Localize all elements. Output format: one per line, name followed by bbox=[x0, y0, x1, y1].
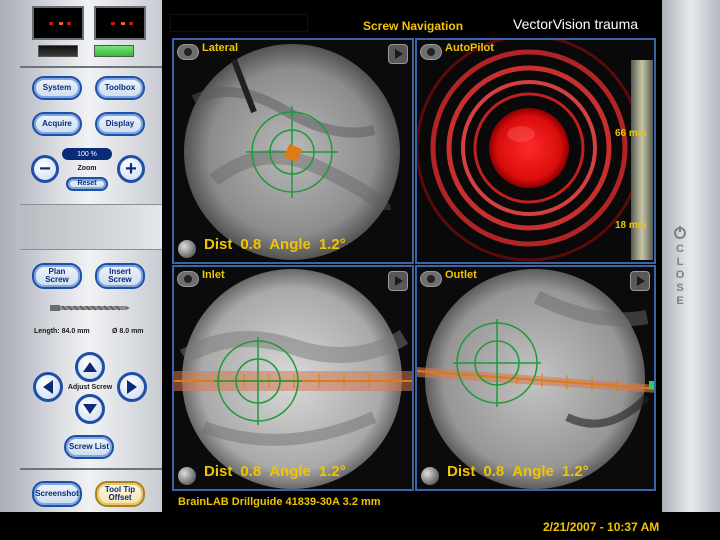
zoom-value: 100 % bbox=[62, 148, 112, 160]
close-button[interactable]: CLOSE bbox=[670, 225, 690, 315]
dist-label: Dist bbox=[447, 463, 476, 480]
arrow-right-icon bbox=[127, 380, 137, 394]
right-side-panel: CLOSE bbox=[662, 0, 720, 512]
outlet-readout: Dist 0.8 Angle 1.2° bbox=[447, 463, 597, 480]
adjust-screw-label: Adjust Screw bbox=[67, 384, 113, 391]
inlet-viewport[interactable]: Inlet Dist 0.8 Angle 1.2° bbox=[172, 265, 414, 491]
adjust-up-button[interactable] bbox=[75, 352, 105, 382]
lateral-fluoro-image bbox=[184, 44, 400, 260]
indicator-inactive bbox=[38, 45, 78, 57]
zoom-out-button[interactable]: − bbox=[31, 155, 59, 183]
dist-label: Dist bbox=[204, 236, 233, 253]
inlet-readout: Dist 0.8 Angle 1.2° bbox=[204, 463, 354, 480]
autopilot-label: AutoPilot bbox=[445, 42, 494, 54]
arrow-left-icon bbox=[43, 380, 53, 394]
depth-scale-top: 66 mm bbox=[615, 128, 647, 139]
status-display-right bbox=[94, 6, 146, 40]
sphere-icon[interactable] bbox=[421, 467, 439, 485]
acquire-button[interactable]: Acquire bbox=[32, 112, 82, 136]
insert-screw-button[interactable]: Insert Screw bbox=[95, 263, 145, 289]
angle-label: Angle bbox=[512, 463, 554, 480]
outlet-fluoro-image bbox=[417, 269, 654, 489]
brand-suffix: trauma bbox=[594, 16, 639, 32]
brand-name: VectorVision bbox=[513, 16, 591, 32]
lateral-readout: Dist 0.8 Angle 1.2° bbox=[204, 236, 354, 253]
angle-label: Angle bbox=[269, 236, 311, 253]
plan-screw-button[interactable]: Plan Screw bbox=[32, 263, 82, 289]
display-button[interactable]: Display bbox=[95, 112, 145, 136]
dist-value: 0.8 bbox=[483, 463, 505, 480]
lateral-label: Lateral bbox=[202, 42, 239, 54]
adjust-down-button[interactable] bbox=[75, 394, 105, 424]
indicator-active bbox=[94, 45, 134, 57]
page-title: Screw Navigation bbox=[363, 19, 464, 33]
dist-value: 0.8 bbox=[240, 236, 262, 253]
zoom-in-button[interactable]: + bbox=[117, 155, 145, 183]
screenshot-button[interactable]: Screenshot bbox=[32, 481, 82, 507]
inlet-label: Inlet bbox=[202, 269, 225, 281]
spacer-panel bbox=[20, 204, 162, 250]
outlet-label: Outlet bbox=[445, 269, 477, 281]
dist-value: 0.8 bbox=[240, 463, 262, 480]
datetime-display: 2/21/2007 - 10:37 AM bbox=[543, 520, 660, 534]
screw-icon bbox=[50, 305, 130, 311]
zoom-reset-button[interactable]: Reset bbox=[66, 177, 108, 191]
screw-list-button[interactable]: Screw List bbox=[64, 435, 114, 459]
eye-icon[interactable] bbox=[177, 271, 199, 287]
system-button[interactable]: System bbox=[32, 76, 82, 100]
angle-label: Angle bbox=[269, 463, 311, 480]
adjust-left-button[interactable] bbox=[33, 372, 63, 402]
eye-icon[interactable] bbox=[177, 44, 199, 60]
divider bbox=[20, 468, 162, 470]
arrow-up-icon bbox=[83, 362, 97, 372]
angle-value: 1.2° bbox=[561, 463, 589, 480]
angle-value: 1.2° bbox=[318, 236, 346, 253]
lateral-viewport[interactable]: Lateral Dist 0.8 Angle 1.2° bbox=[172, 38, 414, 264]
view-menu-icon[interactable] bbox=[388, 271, 408, 291]
screw-diameter: Ø 8.0 mm bbox=[112, 328, 144, 335]
depth-scale-bottom: 18 mm bbox=[615, 220, 647, 231]
screw-navigation-screen: System Toolbox Acquire Display 100 % − Z… bbox=[0, 0, 720, 540]
active-tool-label: BrainLAB Drillguide 41839-30A 3.2 mm bbox=[178, 496, 381, 508]
eye-icon[interactable] bbox=[420, 271, 442, 287]
tool-tip-offset-button[interactable]: Tool Tip Offset bbox=[95, 481, 145, 507]
view-menu-icon[interactable] bbox=[388, 44, 408, 64]
power-icon bbox=[674, 226, 686, 239]
autopilot-viewport[interactable]: AutoPilot 66 mm 18 mm bbox=[415, 38, 656, 264]
brand-logo: VectorVision trauma bbox=[513, 16, 638, 32]
adjust-right-button[interactable] bbox=[117, 372, 147, 402]
view-menu-icon[interactable] bbox=[630, 271, 650, 291]
status-display-left bbox=[32, 6, 84, 40]
eye-icon[interactable] bbox=[420, 44, 442, 60]
zoom-label: Zoom bbox=[77, 165, 97, 172]
patient-name-field bbox=[170, 14, 308, 32]
outlet-viewport[interactable]: Outlet Dist 0.8 Angle 1.2° bbox=[415, 265, 656, 491]
arrow-down-icon bbox=[83, 404, 97, 414]
divider bbox=[20, 66, 162, 68]
sphere-icon[interactable] bbox=[178, 240, 196, 258]
dist-label: Dist bbox=[204, 463, 233, 480]
screw-length: Length: 84.0 mm bbox=[34, 328, 90, 335]
sphere-icon[interactable] bbox=[178, 467, 196, 485]
inlet-fluoro-image bbox=[174, 269, 412, 489]
angle-value: 1.2° bbox=[318, 463, 346, 480]
left-control-panel: System Toolbox Acquire Display 100 % − Z… bbox=[0, 0, 162, 512]
close-label: CLOSE bbox=[674, 243, 686, 308]
toolbox-button[interactable]: Toolbox bbox=[95, 76, 145, 100]
